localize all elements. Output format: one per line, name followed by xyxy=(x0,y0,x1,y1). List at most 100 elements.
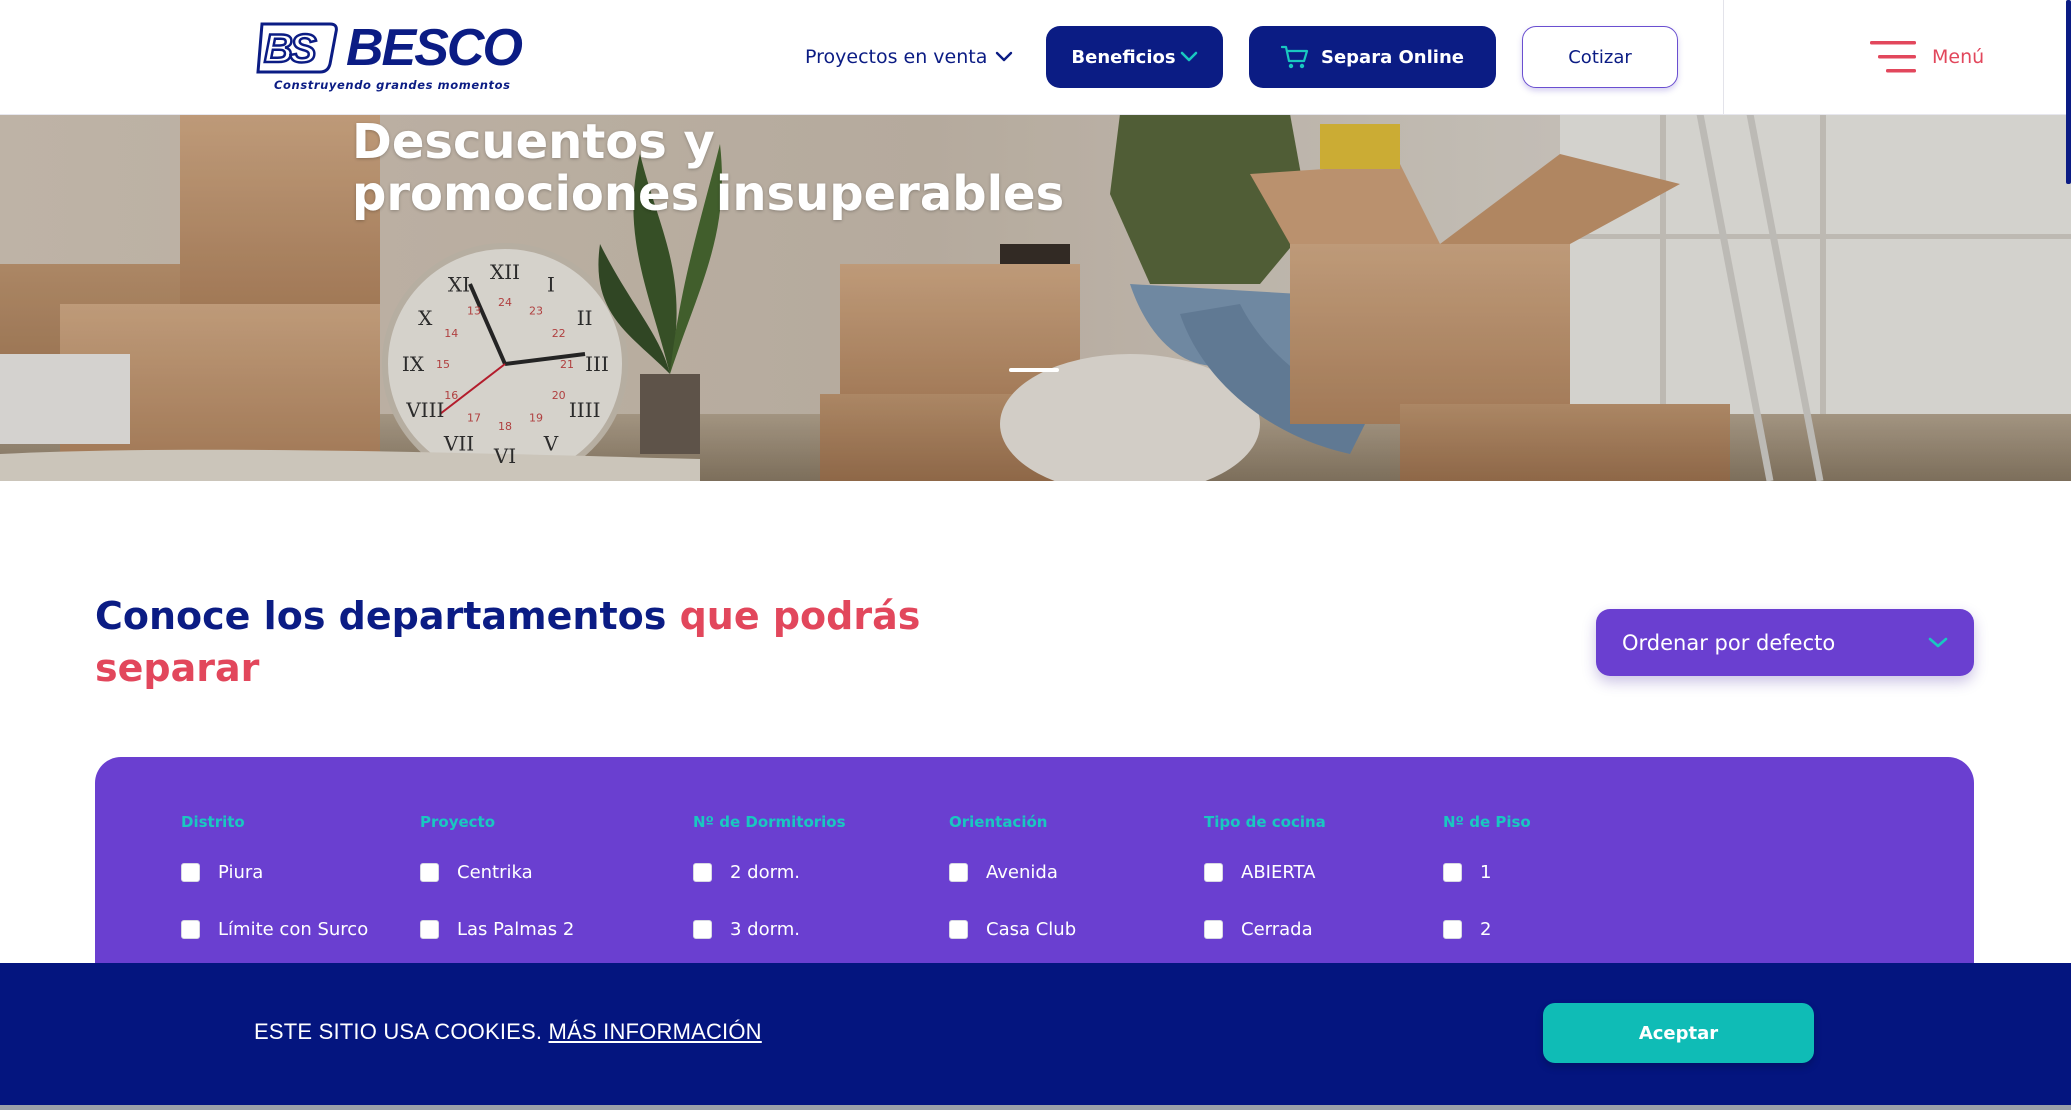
checkbox[interactable] xyxy=(949,919,968,939)
header-divider xyxy=(1723,0,1724,114)
clock-numeral-small: 17 xyxy=(467,412,481,425)
checkbox[interactable] xyxy=(1204,862,1223,882)
checkbox[interactable] xyxy=(949,862,968,882)
menu-label: Menú xyxy=(1932,46,1985,68)
clock-numeral-small: 16 xyxy=(444,389,458,402)
filter-option-2-dorm[interactable]: 2 dorm. xyxy=(693,857,846,887)
filter-option-label: Piura xyxy=(218,861,264,883)
accept-cookies-button[interactable]: Aceptar xyxy=(1543,1003,1814,1063)
chevron-down-icon xyxy=(1928,637,1948,647)
besco-logo[interactable]: BS BESCO Construyendo grandes momentos xyxy=(254,18,523,96)
accept-label: Aceptar xyxy=(1638,1022,1719,1044)
separa-online-button[interactable]: Separa Online xyxy=(1249,26,1496,88)
carousel-indicator[interactable] xyxy=(1009,368,1059,372)
hero-banner: XII I II III IIII V VI VII VIII IX X XI 24 23 22 21 20 19… xyxy=(0,114,2071,481)
filter-option-casa-club[interactable]: Casa Club xyxy=(949,914,1076,944)
filter-option-label: Cerrada xyxy=(1241,918,1313,940)
filter-orientacion: Orientación Avenida Casa Club xyxy=(949,813,1076,971)
clock-numeral-small: 19 xyxy=(529,412,543,425)
beneficios-label: Beneficios xyxy=(1071,46,1176,68)
checkbox[interactable] xyxy=(1443,862,1462,882)
chevron-down-icon xyxy=(1180,51,1197,62)
sort-select[interactable]: Ordenar por defecto xyxy=(1596,609,1974,676)
filter-option-limite-con-surco[interactable]: Límite con Surco xyxy=(181,914,368,944)
sort-select-label: Ordenar por defecto xyxy=(1622,630,1836,655)
filter-option-label: 2 dorm. xyxy=(730,861,800,883)
filter-option-label: Las Palmas 2 xyxy=(457,918,575,940)
checkbox[interactable] xyxy=(693,919,712,939)
logo-tagline: Construyendo grandes momentos xyxy=(274,78,511,92)
beneficios-button[interactable]: Beneficios xyxy=(1046,26,1223,88)
more-info-link[interactable]: MÁS INFORMACIÓN xyxy=(549,1019,762,1044)
clock-numeral: VII xyxy=(443,432,474,456)
checkbox[interactable] xyxy=(693,862,712,882)
checkbox[interactable] xyxy=(420,862,439,882)
cookie-message: ESTE SITIO USA COOKIES. MÁS INFORMACIÓN xyxy=(254,1019,762,1045)
filter-distrito: Distrito Piura Límite con Surco xyxy=(181,813,368,971)
filter-option-piso-1[interactable]: 1 xyxy=(1443,857,1531,887)
filter-proyecto: Proyecto Centrika Las Palmas 2 xyxy=(420,813,574,971)
logo-mark-icon: BS xyxy=(256,22,338,74)
clock-numeral-small: 18 xyxy=(498,420,512,433)
clock-numeral-small: 23 xyxy=(529,304,543,317)
logo-wordmark: BESCO xyxy=(346,19,523,77)
clock-numeral-small: 15 xyxy=(436,358,450,371)
clock-numeral: II xyxy=(577,306,593,330)
cookie-text: ESTE SITIO USA COOKIES. xyxy=(254,1019,549,1044)
cotizar-label: Cotizar xyxy=(1568,46,1632,68)
checkbox[interactable] xyxy=(1443,919,1462,939)
cotizar-button[interactable]: Cotizar xyxy=(1522,26,1678,88)
bottom-strip xyxy=(0,1105,2071,1110)
filter-heading: Nº de Dormitorios xyxy=(693,813,846,831)
filter-option-label: Casa Club xyxy=(986,918,1077,940)
section-title: Conoce los departamentos que podrás sepa… xyxy=(95,590,935,694)
checkbox[interactable] xyxy=(181,919,200,939)
cart-icon xyxy=(1281,45,1309,69)
logo-mark-text: BS xyxy=(264,27,317,71)
separa-online-label: Separa Online xyxy=(1321,46,1464,68)
clock-numeral: IX xyxy=(402,352,425,376)
filter-option-label: 3 dorm. xyxy=(730,918,800,940)
filter-option-3-dorm[interactable]: 3 dorm. xyxy=(693,914,846,944)
filter-option-las-palmas-2[interactable]: Las Palmas 2 xyxy=(420,914,574,944)
clock-numeral: XII xyxy=(490,260,520,284)
hamburger-icon xyxy=(1870,41,1916,73)
filter-option-cerrada[interactable]: Cerrada xyxy=(1204,914,1326,944)
filter-piso: Nº de Piso 1 2 xyxy=(1443,813,1531,971)
site-header: BS BESCO Construyendo grandes momentos P… xyxy=(0,0,2071,115)
hero-title: Descuentos y promociones insuperables xyxy=(352,114,1065,222)
nav-proyectos-label: Proyectos en venta xyxy=(805,46,988,68)
chevron-down-icon xyxy=(996,51,1013,62)
clock-numeral-small: 21 xyxy=(560,358,574,371)
filter-option-piso-2[interactable]: 2 xyxy=(1443,914,1531,944)
page: BS BESCO Construyendo grandes momentos P… xyxy=(0,0,2071,1110)
clock-numeral-small: 20 xyxy=(552,389,566,402)
checkbox[interactable] xyxy=(181,862,200,882)
clock-numeral-small: 24 xyxy=(498,296,512,309)
clock-numeral: I xyxy=(547,272,555,296)
cookie-banner: ESTE SITIO USA COOKIES. MÁS INFORMACIÓN … xyxy=(0,963,2071,1105)
filter-tipo-cocina: Tipo de cocina ABIERTA Cerrada xyxy=(1204,813,1326,971)
filter-option-avenida[interactable]: Avenida xyxy=(949,857,1076,887)
clock-numeral: X xyxy=(418,306,433,330)
clock-numeral: V xyxy=(543,432,559,456)
filter-heading: Distrito xyxy=(181,813,245,831)
filter-option-label: 2 xyxy=(1480,918,1492,940)
filter-option-piura[interactable]: Piura xyxy=(181,857,368,887)
checkbox[interactable] xyxy=(1204,919,1223,939)
filter-option-label: 1 xyxy=(1480,861,1492,883)
menu-button[interactable]: Menú xyxy=(1870,36,1984,78)
filter-heading: Tipo de cocina xyxy=(1204,813,1326,831)
section-title-part1: Conoce los departamentos xyxy=(95,594,680,638)
checkbox[interactable] xyxy=(420,919,439,939)
scrollbar-edge[interactable] xyxy=(2066,0,2071,184)
nav-proyectos-dropdown[interactable]: Proyectos en venta xyxy=(805,40,1013,74)
clock-numeral: IIII xyxy=(569,398,601,422)
clock-numeral: VI xyxy=(493,444,516,468)
clock-numeral: VIII xyxy=(405,398,444,422)
filter-option-centrika[interactable]: Centrika xyxy=(420,857,574,887)
filter-option-label: ABIERTA xyxy=(1241,861,1316,883)
filter-option-abierta[interactable]: ABIERTA xyxy=(1204,857,1326,887)
filter-dormitorios: Nº de Dormitorios 2 dorm. 3 dorm. xyxy=(693,813,846,971)
clock-numeral-small: 14 xyxy=(444,327,458,340)
